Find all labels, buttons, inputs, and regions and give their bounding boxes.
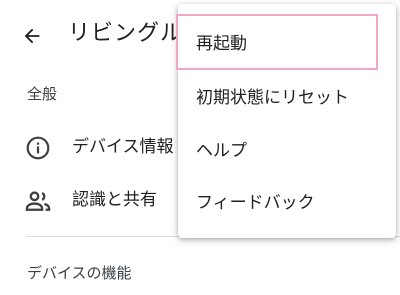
section-header-general: 全般 (27, 85, 58, 103)
menu-item-label: 初期状態にリセット (196, 88, 349, 108)
section-header-device-features: デバイスの機能 (27, 264, 132, 282)
device-info-label: デバイス情報 (72, 137, 174, 157)
menu-item-label: ヘルプ (196, 141, 247, 161)
info-circle-icon (24, 134, 52, 162)
menu-item-factory-reset[interactable]: 初期状態にリセット (178, 72, 396, 124)
settings-screen: リビングルーム 全般 デバイス情報 認識と共有 デバイスの機能 再起動 初期状態… (0, 0, 400, 295)
menu-item-feedback[interactable]: フィードバック (178, 177, 396, 229)
back-button[interactable] (14, 18, 50, 54)
overflow-menu: 再起動 初期状態にリセット ヘルプ フィードバック (178, 4, 396, 238)
menu-item-label: 再起動 (196, 34, 247, 54)
arrow-left-icon (24, 28, 40, 44)
menu-item-help[interactable]: ヘルプ (178, 125, 396, 177)
menu-item-restart[interactable]: 再起動 (178, 18, 396, 72)
recognition-sharing-label: 認識と共有 (72, 190, 157, 210)
people-icon (24, 187, 52, 215)
menu-item-label: フィードバック (196, 193, 315, 213)
